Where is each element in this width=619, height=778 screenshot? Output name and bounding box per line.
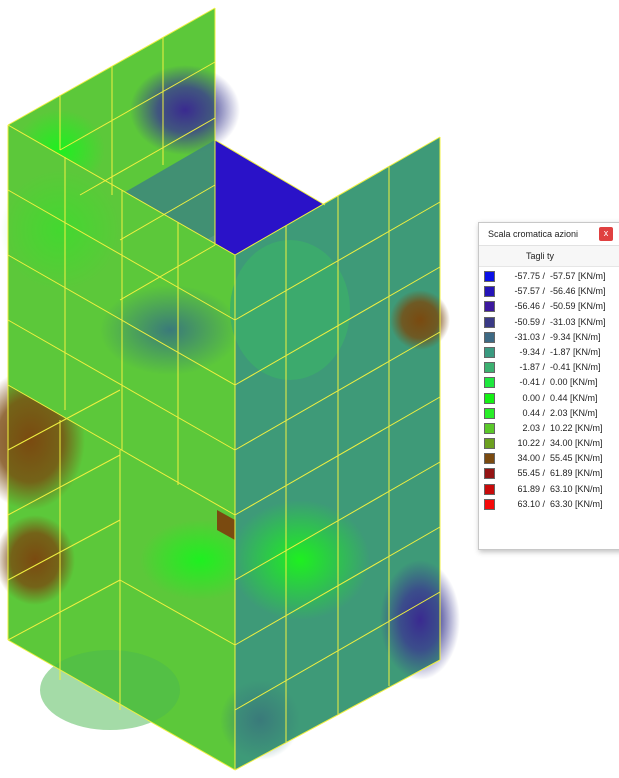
legend-range-to: 61.89 [KN/m] <box>550 468 603 479</box>
legend-swatch <box>484 331 495 343</box>
close-icon[interactable]: x <box>599 227 613 241</box>
legend-range-to: -9.34 [KN/m] <box>550 331 601 342</box>
legend-range-to: 0.44 [KN/m] <box>550 392 598 403</box>
legend-range-from: -57.75 / <box>514 271 545 281</box>
legend-swatch <box>484 286 495 298</box>
legend-range-from: -9.34 / <box>519 346 545 357</box>
legend-range-from: -1.87 / <box>519 362 545 373</box>
legend-row: 34.00 / 55.45 [KN/m] <box>479 451 619 466</box>
legend-swatch <box>484 438 495 450</box>
legend-range-from: 0.00 / <box>522 392 545 403</box>
legend-swatch <box>484 483 495 495</box>
legend-swatch <box>484 301 495 313</box>
legend-swatch <box>484 392 495 404</box>
legend-range-from: -50.59 / <box>514 316 545 327</box>
legend-range-to: -0.41 [KN/m] <box>550 362 601 373</box>
legend-range-to: -50.59 [KN/m] <box>550 301 606 312</box>
legend-swatch <box>484 422 495 434</box>
legend-range-to: 34.00 [KN/m] <box>550 438 603 449</box>
legend-range-to: 10.22 [KN/m] <box>550 422 603 433</box>
legend-row: -1.87 / -0.41 [KN/m] <box>479 360 619 375</box>
legend-row: 10.22 / 34.00 [KN/m] <box>479 436 619 451</box>
legend-rows: -57.75 / -57.57 [KN/m] -57.57 / -56.46 [KN/… <box>479 267 619 512</box>
legend-range-to: -57.57 [KN/m] <box>550 271 606 281</box>
legend-range-from: 34.00 / <box>517 453 545 464</box>
legend-row: 63.10 / 63.30 [KN/m] <box>479 497 619 512</box>
legend-swatch <box>484 377 495 389</box>
legend-titlebar[interactable]: Scala cromatica azioni x <box>479 223 619 246</box>
legend-swatch <box>484 362 495 374</box>
legend-range-from: 2.03 / <box>522 422 545 433</box>
legend-range-to: 2.03 [KN/m] <box>550 407 598 418</box>
legend-swatch <box>484 407 495 419</box>
legend-range-to: 0.00 [KN/m] <box>550 377 598 388</box>
legend-row: -50.59 / -31.03 [KN/m] <box>479 315 619 330</box>
legend-range-to: 55.45 [KN/m] <box>550 453 603 464</box>
legend-range-from: -56.46 / <box>514 301 545 312</box>
legend-range-from: -0.41 / <box>519 377 545 388</box>
legend-swatch <box>484 316 495 328</box>
legend-swatch <box>484 453 495 465</box>
legend-range-from: -57.57 / <box>514 286 545 297</box>
legend-range-from: 55.45 / <box>517 468 545 479</box>
legend-range-to: 63.10 [KN/m] <box>550 483 603 494</box>
legend-range-from: 61.89 / <box>517 483 545 494</box>
legend-row: 0.44 / 2.03 [KN/m] <box>479 406 619 421</box>
legend-row: 61.89 / 63.10 [KN/m] <box>479 482 619 497</box>
legend-row: -57.57 / -56.46 [KN/m] <box>479 284 619 299</box>
legend-row: -31.03 / -9.34 [KN/m] <box>479 330 619 345</box>
color-scale-legend[interactable]: Scala cromatica azioni x Tagli ty -57.75… <box>478 222 619 550</box>
legend-row: 55.45 / 61.89 [KN/m] <box>479 466 619 481</box>
legend-range-to: 63.30 [KN/m] <box>550 498 603 509</box>
legend-row: -0.41 / 0.00 [KN/m] <box>479 375 619 390</box>
legend-row: -56.46 / -50.59 [KN/m] <box>479 299 619 314</box>
legend-row: -9.34 / -1.87 [KN/m] <box>479 345 619 360</box>
legend-row: 2.03 / 10.22 [KN/m] <box>479 421 619 436</box>
legend-swatch <box>484 498 495 510</box>
legend-range-to: -56.46 [KN/m] <box>550 286 606 297</box>
legend-range-from: 10.22 / <box>517 438 545 449</box>
legend-range-from: 63.10 / <box>517 498 545 509</box>
legend-swatch <box>484 468 495 480</box>
legend-row: -57.75 / -57.57 [KN/m] <box>479 269 619 284</box>
legend-row: 0.00 / 0.44 [KN/m] <box>479 391 619 406</box>
legend-header: Tagli ty <box>479 246 619 267</box>
legend-range-to: -31.03 [KN/m] <box>550 316 606 327</box>
legend-swatch <box>484 346 495 358</box>
legend-title: Scala cromatica azioni <box>488 229 579 239</box>
legend-range-from: -31.03 / <box>514 331 545 342</box>
legend-range-from: 0.44 / <box>522 407 545 418</box>
legend-range-to: -1.87 [KN/m] <box>550 346 601 357</box>
legend-swatch <box>484 271 495 282</box>
